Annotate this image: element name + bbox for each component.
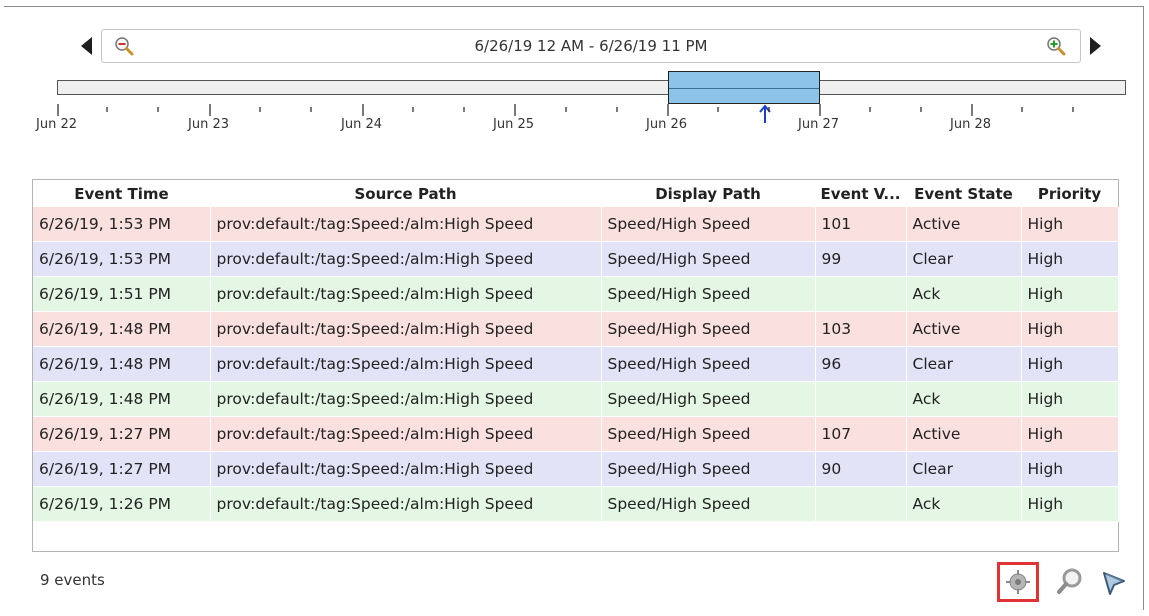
cell-display-path: Speed/High Speed [601, 486, 816, 522]
cell-display-path: Speed/High Speed [601, 241, 816, 277]
cell-event-value [815, 486, 907, 522]
table-row[interactable]: 6/26/19, 1:51 PM prov:default:/tag:Speed… [33, 276, 1119, 312]
date-range-label: 6/26/19 12 AM - 6/26/19 11 PM [474, 37, 708, 55]
filter-icon[interactable] [1096, 564, 1132, 600]
date-range-box: 6/26/19 12 AM - 6/26/19 11 PM [101, 29, 1081, 63]
cell-event-value: 103 [815, 311, 907, 347]
cell-event-value: 96 [815, 346, 907, 382]
cell-event-value [815, 276, 907, 312]
cell-source-path: prov:default:/tag:Speed:/alm:High Speed [210, 311, 602, 347]
axis-tick-label: Jun 22 [36, 117, 77, 132]
cell-source-path: prov:default:/tag:Speed:/alm:High Speed [210, 346, 602, 382]
cell-event-value: 107 [815, 416, 907, 452]
cell-event-time: 6/26/19, 1:53 PM [33, 207, 211, 242]
cell-event-state: Clear [906, 346, 1022, 382]
cell-event-state: Ack [906, 486, 1022, 522]
column-header-event-time[interactable]: Event Time [33, 180, 210, 207]
next-range-arrow-icon[interactable] [1090, 37, 1101, 55]
cell-event-state: Active [906, 416, 1022, 452]
cell-display-path: Speed/High Speed [601, 381, 816, 417]
cell-display-path: Speed/High Speed [601, 311, 816, 347]
highlight-box [997, 562, 1039, 602]
axis-tick-label: Jun 24 [341, 117, 382, 132]
column-header-display-path[interactable]: Display Path [601, 180, 815, 207]
zoom-in-icon[interactable] [1046, 36, 1066, 56]
column-header-source-path[interactable]: Source Path [210, 180, 601, 207]
cell-event-state: Ack [906, 381, 1022, 417]
cell-event-state: Active [906, 207, 1022, 242]
table-row[interactable]: 6/26/19, 1:27 PM prov:default:/tag:Speed… [33, 416, 1119, 452]
table-row[interactable]: 6/26/19, 1:26 PM prov:default:/tag:Speed… [33, 486, 1119, 522]
events-count-label: 9 events [40, 571, 105, 589]
column-header-event-state[interactable]: Event State [906, 180, 1021, 207]
crosshair-icon[interactable] [1000, 565, 1036, 599]
magnifier-icon[interactable] [1052, 564, 1088, 600]
axis-tick-label: Jun 27 [798, 117, 839, 132]
axis-tick-label: Jun 23 [188, 117, 229, 132]
cell-display-path: Speed/High Speed [601, 276, 816, 312]
cell-priority: High [1021, 381, 1119, 417]
axis-tick-label: Jun 25 [493, 117, 534, 132]
cell-event-time: 6/26/19, 1:48 PM [33, 381, 211, 417]
cell-source-path: prov:default:/tag:Speed:/alm:High Speed [210, 276, 602, 312]
previous-range-arrow-icon[interactable] [81, 37, 92, 55]
cell-event-time: 6/26/19, 1:48 PM [33, 346, 211, 382]
cell-source-path: prov:default:/tag:Speed:/alm:High Speed [210, 486, 602, 522]
table-row[interactable]: 6/26/19, 1:53 PM prov:default:/tag:Speed… [33, 207, 1119, 242]
timeline-track[interactable] [57, 80, 1126, 95]
cell-event-state: Clear [906, 241, 1022, 277]
cell-source-path: prov:default:/tag:Speed:/alm:High Speed [210, 207, 602, 242]
cell-priority: High [1021, 416, 1119, 452]
cell-source-path: prov:default:/tag:Speed:/alm:High Speed [210, 381, 602, 417]
axis-tick-label: Jun 26 [646, 117, 687, 132]
cell-event-value: 90 [815, 451, 907, 487]
cell-priority: High [1021, 486, 1119, 522]
cell-source-path: prov:default:/tag:Speed:/alm:High Speed [210, 241, 602, 277]
table-row[interactable]: 6/26/19, 1:53 PM prov:default:/tag:Speed… [33, 241, 1119, 277]
cell-event-value [815, 381, 907, 417]
cell-event-time: 6/26/19, 1:27 PM [33, 451, 211, 487]
cell-priority: High [1021, 346, 1119, 382]
cell-event-time: 6/26/19, 1:51 PM [33, 276, 211, 312]
cell-event-time: 6/26/19, 1:53 PM [33, 241, 211, 277]
table-row[interactable]: 6/26/19, 1:48 PM prov:default:/tag:Speed… [33, 346, 1119, 382]
cell-priority: High [1021, 207, 1119, 242]
cell-priority: High [1021, 276, 1119, 312]
alarm-journal-table: Event Time Source Path Display Path Even… [32, 179, 1119, 552]
cell-display-path: Speed/High Speed [601, 346, 816, 382]
cell-priority: High [1021, 241, 1119, 277]
column-header-priority[interactable]: Priority [1021, 180, 1118, 207]
cell-source-path: prov:default:/tag:Speed:/alm:High Speed [210, 451, 602, 487]
cell-priority: High [1021, 451, 1119, 487]
cell-display-path: Speed/High Speed [601, 207, 816, 242]
cell-event-value: 101 [815, 207, 907, 242]
cell-priority: High [1021, 311, 1119, 347]
cell-source-path: prov:default:/tag:Speed:/alm:High Speed [210, 416, 602, 452]
cell-event-time: 6/26/19, 1:27 PM [33, 416, 211, 452]
cell-display-path: Speed/High Speed [601, 451, 816, 487]
table-row[interactable]: 6/26/19, 1:48 PM prov:default:/tag:Speed… [33, 381, 1119, 417]
cell-event-value: 99 [815, 241, 907, 277]
cell-event-time: 6/26/19, 1:26 PM [33, 486, 211, 522]
table-row[interactable]: 6/26/19, 1:48 PM prov:default:/tag:Speed… [33, 311, 1119, 347]
cell-display-path: Speed/High Speed [601, 416, 816, 452]
axis-tick-label: Jun 28 [950, 117, 991, 132]
cell-event-state: Ack [906, 276, 1022, 312]
cell-event-state: Clear [906, 451, 1022, 487]
cell-event-time: 6/26/19, 1:48 PM [33, 311, 211, 347]
column-header-event-value[interactable]: Event V... [815, 180, 906, 207]
table-header-row: Event Time Source Path Display Path Even… [33, 180, 1118, 207]
cell-event-state: Active [906, 311, 1022, 347]
table-row[interactable]: 6/26/19, 1:27 PM prov:default:/tag:Speed… [33, 451, 1119, 487]
